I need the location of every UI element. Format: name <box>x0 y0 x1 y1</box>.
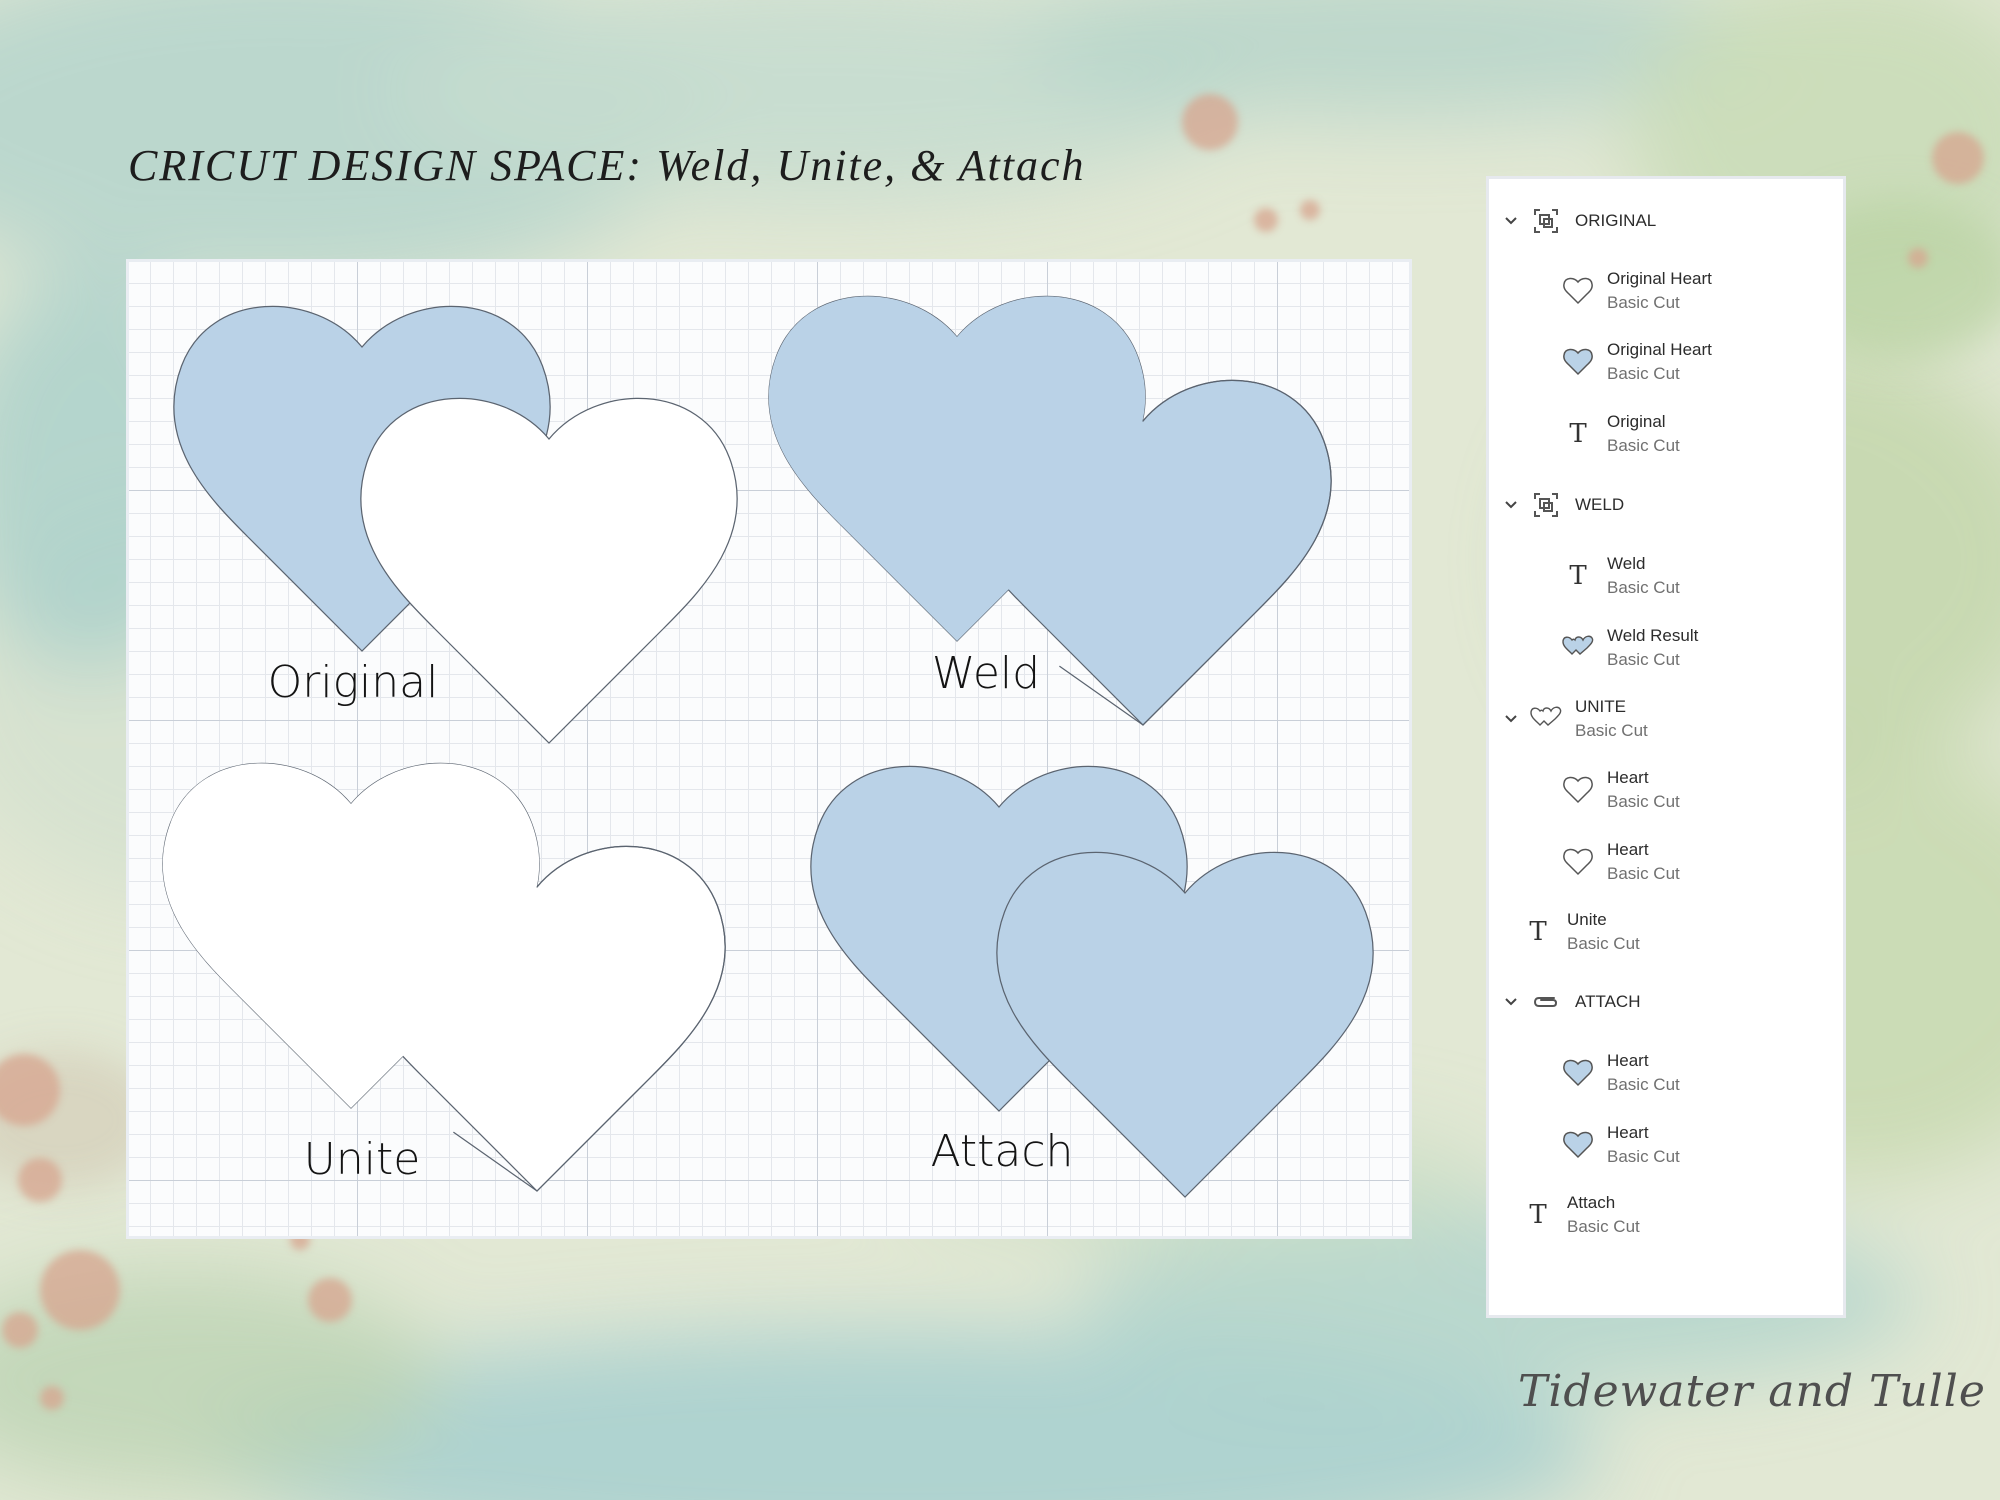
heart-outline-icon <box>1561 773 1595 807</box>
layer-group-weld[interactable]: WELD <box>1489 477 1843 533</box>
layer-item[interactable]: T Original Basic Cut <box>1561 406 1680 462</box>
label-unite[interactable]: Unite <box>304 1134 421 1185</box>
layer-cut-type: Basic Cut <box>1607 364 1680 383</box>
chevron-down-icon[interactable] <box>1501 211 1521 231</box>
layer-name: Heart <box>1607 768 1649 787</box>
layer-cut-type: Basic Cut <box>1575 721 1648 740</box>
label-attach[interactable]: Attach <box>931 1126 1074 1177</box>
paperclip-icon <box>1529 985 1563 1019</box>
layer-cut-type: Basic Cut <box>1607 1075 1680 1094</box>
weld-result-shape[interactable] <box>768 295 1332 726</box>
label-original[interactable]: Original <box>268 657 439 708</box>
layer-group-unite[interactable]: UNITE Basic Cut <box>1489 691 1843 747</box>
layer-item[interactable]: T Weld Basic Cut <box>1561 548 1680 604</box>
layer-item[interactable]: Heart Basic Cut <box>1561 1045 1680 1101</box>
layer-item[interactable]: Heart Basic Cut <box>1561 762 1680 818</box>
label-weld[interactable]: Weld <box>932 648 1040 699</box>
layer-name: Heart <box>1607 1051 1649 1070</box>
group-icon <box>1529 488 1563 522</box>
layer-name: Heart <box>1607 840 1649 859</box>
canvas-shapes <box>162 295 1374 1198</box>
layer-group-attach[interactable]: ATTACH <box>1489 974 1843 1030</box>
unite-shape[interactable] <box>162 762 726 1192</box>
layer-item[interactable]: Heart Basic Cut <box>1561 834 1680 890</box>
heart-outline-icon <box>1561 845 1595 879</box>
layer-name: Weld <box>1607 554 1646 573</box>
double-heart-outline-icon <box>1529 702 1563 736</box>
layer-item[interactable]: Heart Basic Cut <box>1561 1117 1680 1173</box>
layer-item[interactable]: T Attach Basic Cut <box>1521 1187 1640 1243</box>
layer-cut-type: Basic Cut <box>1607 436 1680 455</box>
layer-cut-type: Basic Cut <box>1607 293 1680 312</box>
layer-name: Original Heart <box>1607 340 1712 359</box>
design-canvas[interactable]: Original Weld Unite Attach <box>126 259 1412 1239</box>
layer-name: Unite <box>1567 910 1607 929</box>
text-icon: T <box>1569 419 1587 449</box>
text-icon: T <box>1529 917 1547 947</box>
layer-group-name: ATTACH <box>1575 992 1641 1011</box>
double-heart-filled-icon <box>1561 631 1595 665</box>
chevron-down-icon[interactable] <box>1501 495 1521 515</box>
text-icon: T <box>1569 561 1587 591</box>
signature-watermark: Tidewater and Tulle <box>1518 1366 1986 1417</box>
layer-group-name: WELD <box>1575 495 1625 514</box>
layer-cut-type: Basic Cut <box>1567 1217 1640 1236</box>
heart-outline-icon <box>1561 274 1595 308</box>
layer-cut-type: Basic Cut <box>1607 578 1680 597</box>
group-icon <box>1529 204 1563 238</box>
layers-panel: ORIGINAL Original Heart Basic Cut Origina… <box>1486 176 1846 1318</box>
heart-filled-icon <box>1561 1128 1595 1162</box>
chevron-down-icon[interactable] <box>1501 992 1521 1012</box>
heart-filled-icon <box>1561 1056 1595 1090</box>
layer-name: Original <box>1607 412 1666 431</box>
layer-item[interactable]: Original Heart Basic Cut <box>1561 263 1712 319</box>
chevron-down-icon[interactable] <box>1501 709 1521 729</box>
layer-cut-type: Basic Cut <box>1567 934 1640 953</box>
heart-filled-icon <box>1561 345 1595 379</box>
layer-name: Weld Result <box>1607 626 1699 645</box>
layer-name: Heart <box>1607 1123 1649 1142</box>
layer-group-name: UNITE <box>1575 697 1626 716</box>
text-icon: T <box>1529 1200 1547 1230</box>
layer-cut-type: Basic Cut <box>1607 1147 1680 1166</box>
layer-item[interactable]: Original Heart Basic Cut <box>1561 334 1712 390</box>
layer-group-name: ORIGINAL <box>1575 211 1657 230</box>
layer-cut-type: Basic Cut <box>1607 650 1680 669</box>
page-title: CRICUT DESIGN SPACE: Weld, Unite, & Atta… <box>128 141 1086 190</box>
layer-name: Original Heart <box>1607 269 1712 288</box>
layer-group-original[interactable]: ORIGINAL <box>1489 193 1843 249</box>
layer-item[interactable]: Weld Result Basic Cut <box>1561 620 1698 676</box>
layer-name: Attach <box>1567 1193 1616 1212</box>
layer-item[interactable]: T Unite Basic Cut <box>1521 904 1640 960</box>
layer-cut-type: Basic Cut <box>1607 864 1680 883</box>
layer-cut-type: Basic Cut <box>1607 792 1680 811</box>
